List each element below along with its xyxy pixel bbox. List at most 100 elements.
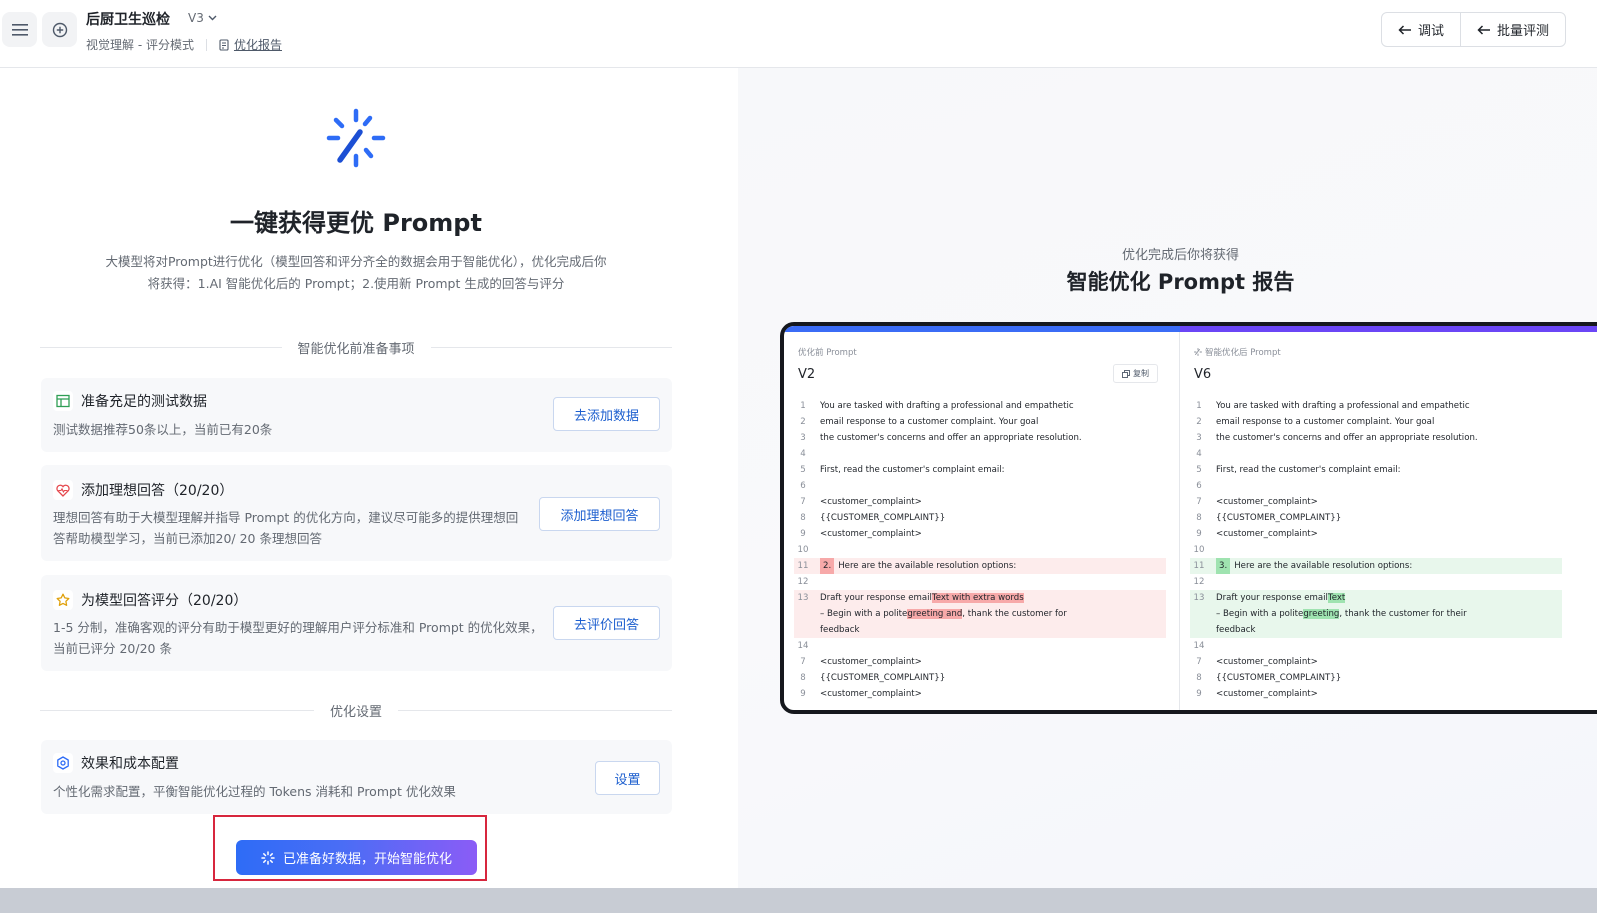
- card-desc: 测试数据推荐50条以上，当前已有20条: [53, 422, 273, 437]
- arrow-left-icon: [1398, 24, 1411, 35]
- table-icon: [53, 391, 73, 411]
- settings-section-heading: 优化设置: [40, 701, 673, 720]
- version-select[interactable]: V3: [188, 11, 217, 25]
- menu-button[interactable]: [2, 12, 37, 47]
- sparkle-icon: [261, 850, 275, 865]
- star-icon: [53, 590, 73, 610]
- after-prompt-pane: 智能优化后 Prompt V6 1 You are tasked with dra…: [1180, 332, 1597, 710]
- code-line: 7 <customer_complaint>: [1196, 497, 1318, 507]
- hero-desc-line: 将获得：1.AI 智能优化后的 Prompt；2.使用新 Prompt 生成的回…: [147, 276, 565, 291]
- divider: [205, 38, 207, 51]
- code-line: 13 Draft your response emailText with ext…: [794, 590, 1166, 606]
- code-line: 9 <customer_complaint>: [800, 529, 922, 539]
- prep-heading-label: 智能优化前准备事项: [297, 341, 415, 357]
- code-line: 10: [1193, 545, 1205, 555]
- card-title: 准备充足的测试数据: [81, 394, 207, 410]
- card-desc-line: 答帮助模型学习，当前已添加20/ 20 条理想回答: [53, 531, 322, 546]
- action-group: 调试 批量评测: [1381, 12, 1567, 47]
- rate-answers-button[interactable]: 去评价回答: [553, 606, 660, 640]
- preview-title: 智能优化 Prompt 报告: [1066, 270, 1295, 294]
- code-line: 2 email response to a customer complaint.…: [1196, 417, 1435, 427]
- code-line: 11 2. Here are the available resolution op…: [794, 558, 1166, 574]
- chevron-down-icon: [208, 15, 217, 21]
- pane-version: V6: [1194, 367, 1212, 382]
- code-line: 4: [800, 449, 806, 459]
- settings-button[interactable]: 设置: [595, 761, 660, 795]
- card-desc: 个性化需求配置，平衡智能优化过程的 Tokens 消耗和 Prompt 优化效果: [53, 784, 456, 799]
- code-line: 8 {{CUSTOMER_COMPLAINT}}: [800, 513, 946, 523]
- batch-eval-button[interactable]: 批量评测: [1460, 13, 1565, 46]
- code-line: 6: [1196, 481, 1202, 491]
- pane-version: V2: [798, 367, 816, 382]
- code-line: feedback: [1190, 622, 1562, 638]
- hamburger-icon: [11, 23, 28, 36]
- prep-card-rating: 为模型回答评分（20/20） 1-5 分制，准确客观的评分有助于模型更好的理解用…: [41, 575, 672, 671]
- arrow-left-icon: [1477, 24, 1491, 35]
- pane-label: 优化前 Prompt: [798, 348, 857, 358]
- taskbar-strip: [0, 888, 1597, 913]
- report-link[interactable]: 优化报告: [219, 36, 282, 53]
- code-line: 14: [1193, 641, 1205, 651]
- prep-card-test-data: 准备充足的测试数据 测试数据推荐50条以上，当前已有20条 去添加数据: [41, 378, 672, 452]
- hero-title: 一键获得更优 Prompt: [230, 209, 482, 237]
- copy-button[interactable]: 复制: [1113, 364, 1158, 383]
- version-label: V3: [188, 11, 204, 25]
- hero-description: 大模型将对Prompt进行优化（模型回答和评分齐全的数据会用于智能优化），优化完…: [88, 251, 624, 295]
- card-title: 效果和成本配置: [81, 756, 179, 772]
- code-line: 9 <customer_complaint>: [800, 689, 922, 699]
- card-desc-line: 理想回答有助于大模型理解并指导 Prompt 的优化方向，建议尽可能多的提供理想…: [53, 510, 519, 525]
- debug-button[interactable]: 调试: [1382, 13, 1460, 46]
- code-line: 9 <customer_complaint>: [1196, 529, 1318, 539]
- code-line: 6: [800, 481, 806, 491]
- code-block: 1 You are tasked with drafting a professi…: [794, 398, 1166, 702]
- code-line: 11 3. Here are the available resolution op…: [1190, 558, 1562, 574]
- start-optimize-button[interactable]: 已准备好数据，开始智能优化: [236, 840, 477, 875]
- add-data-button[interactable]: 去添加数据: [553, 397, 660, 431]
- settings-card-cost: 效果和成本配置 个性化需求配置，平衡智能优化过程的 Tokens 消耗和 Pro…: [41, 740, 672, 814]
- code-line: 5 First, read the customer's complaint em…: [1196, 465, 1401, 475]
- code-line: feedback: [794, 622, 1166, 638]
- code-line: 3 the customer's concerns and offer an ap…: [800, 433, 1082, 443]
- prep-section-heading: 智能优化前准备事项: [40, 338, 673, 357]
- sparkle-icon: [326, 108, 386, 168]
- prep-card-ideal-answer: 添加理想回答（20/20） 理想回答有助于大模型理解并指导 Prompt 的优化…: [41, 465, 672, 561]
- code-line: 3 the customer's concerns and offer an ap…: [1196, 433, 1478, 443]
- copy-label: 复制: [1133, 369, 1149, 378]
- add-ideal-answer-button[interactable]: 添加理想回答: [539, 497, 660, 531]
- settings-heading-label: 优化设置: [330, 704, 383, 720]
- code-line: 8 {{CUSTOMER_COMPLAINT}}: [1196, 513, 1342, 523]
- preview-subtitle: 优化完成后你将获得: [1121, 248, 1239, 263]
- top-bar: 后厨卫生巡检 V3 视觉理解 - 评分模式 优化报告 调试 批量评测: [0, 0, 1597, 68]
- pane-label: 智能优化后 Prompt: [1194, 346, 1281, 358]
- report-link-label: 优化报告: [233, 38, 282, 52]
- code-line: 7 <customer_complaint>: [1196, 657, 1318, 667]
- start-optimize-label: 已准备好数据，开始智能优化: [282, 852, 452, 867]
- plus-circle-icon: [52, 22, 67, 37]
- card-title: 添加理想回答（20/20）: [81, 483, 234, 499]
- hero-desc-line: 大模型将对Prompt进行优化（模型回答和评分齐全的数据会用于智能优化），优化完…: [105, 254, 607, 269]
- sparkle-icon: [1194, 348, 1202, 356]
- code-line: – Begin with a politegreeting, thank the…: [1190, 606, 1562, 622]
- add-button[interactable]: [42, 12, 77, 47]
- card-desc: 理想回答有助于大模型理解并指导 Prompt 的优化方向，建议尽可能多的提供理想…: [53, 507, 518, 549]
- report-preview-frame: 优化前 Prompt V2 复制 1 You are tasked with dr…: [780, 322, 1597, 714]
- card-desc-line: 当前已评分 20/20 条: [53, 641, 172, 656]
- code-line: 12: [797, 577, 809, 587]
- code-line: 7 <customer_complaint>: [800, 657, 922, 667]
- card-title: 为模型回答评分（20/20）: [81, 593, 248, 609]
- copy-icon: [1122, 369, 1130, 378]
- code-line: 14: [797, 641, 809, 651]
- debug-label: 调试: [1418, 24, 1445, 39]
- batch-eval-label: 批量评测: [1497, 24, 1550, 39]
- card-desc: 1-5 分制，准确客观的评分有助于模型更好的理解用户评分标准和 Prompt 的…: [53, 617, 543, 659]
- code-line: 13 Draft your response emailText: [1190, 590, 1562, 606]
- code-line: 10: [797, 545, 809, 555]
- code-line: 12: [1193, 577, 1205, 587]
- code-line: 1 You are tasked with drafting a professi…: [1196, 401, 1470, 411]
- code-block: 1 You are tasked with drafting a professi…: [1190, 398, 1562, 702]
- heart-pulse-icon: [53, 480, 73, 500]
- report-icon: [219, 38, 229, 51]
- before-prompt-pane: 优化前 Prompt V2 复制 1 You are tasked with dr…: [784, 332, 1179, 710]
- gear-icon: [53, 753, 73, 773]
- mode-label: 视觉理解 - 评分模式: [86, 38, 194, 52]
